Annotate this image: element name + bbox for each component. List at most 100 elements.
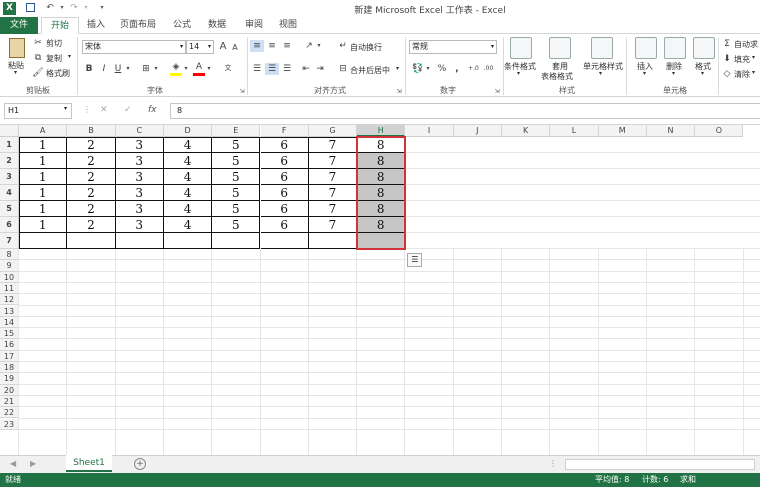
border-icon[interactable]: ⊞ (140, 63, 152, 75)
horizontal-scrollbar[interactable] (565, 459, 755, 470)
cell-b6[interactable]: 2 (67, 217, 116, 233)
undo-icon[interactable]: ↶ (44, 2, 56, 14)
cell-d4[interactable]: 4 (163, 185, 213, 201)
bold-button[interactable]: B (84, 63, 94, 75)
decrease-indent-icon[interactable]: ⇤ (300, 63, 312, 75)
fill-color-dropdown-icon[interactable]: ▾ (183, 63, 189, 75)
align-middle-icon[interactable]: ≡ (265, 40, 279, 52)
row-header-12[interactable]: 12 (0, 294, 19, 306)
column-header-d[interactable]: D (163, 125, 213, 137)
cell-e2[interactable]: 5 (212, 153, 261, 169)
cell-g1[interactable]: 7 (308, 137, 358, 153)
tab-data[interactable]: 数据 (203, 17, 231, 34)
column-header-a[interactable]: A (19, 125, 68, 137)
orientation-dropdown-icon[interactable]: ▾ (316, 40, 322, 52)
merge-center-dropdown-icon[interactable]: ▾ (396, 65, 399, 72)
row-header-6[interactable]: 6 (0, 217, 19, 233)
column-header-l[interactable]: L (550, 125, 599, 137)
phonetic-icon[interactable]: 文 (221, 62, 235, 74)
tab-review[interactable]: 审阅 (240, 17, 268, 34)
column-header-b[interactable]: B (67, 125, 116, 137)
column-header-f[interactable]: F (260, 125, 309, 137)
cell-f4[interactable]: 6 (260, 185, 309, 201)
column-header-i[interactable]: I (405, 125, 454, 137)
row-header-2[interactable]: 2 (0, 153, 19, 169)
cell-a6[interactable]: 1 (19, 217, 68, 233)
customize-toolbar-icon[interactable]: ▾ (96, 2, 108, 14)
cell-a5[interactable]: 1 (19, 201, 68, 217)
redo-icon[interactable]: ↷ (68, 2, 80, 14)
align-left-icon[interactable]: ☰ (250, 63, 264, 75)
cell-e4[interactable]: 5 (212, 185, 261, 201)
cell-styles-button[interactable]: 单元格样式 (583, 61, 623, 72)
cell-g6[interactable]: 7 (308, 217, 358, 233)
format-cells-dropdown-icon[interactable]: ▾ (701, 70, 704, 77)
column-header-n[interactable]: N (646, 125, 696, 137)
cell-g2[interactable]: 7 (308, 153, 358, 169)
wrap-text-button[interactable]: 自动换行 (350, 42, 382, 53)
accounting-format-icon[interactable]: 💱 (411, 63, 425, 75)
cell-e7[interactable] (212, 233, 261, 249)
cell-f7[interactable] (260, 233, 309, 249)
sheet-tab-sheet1[interactable]: Sheet1 (66, 455, 112, 472)
cell-d5[interactable]: 4 (163, 201, 213, 217)
align-bottom-icon[interactable]: ≡ (280, 40, 294, 52)
percent-button[interactable]: % (436, 63, 448, 75)
increase-decimal-icon[interactable]: +.0 (467, 63, 480, 75)
fill-button[interactable]: 填充 (734, 54, 750, 65)
row-header-21[interactable]: 21 (0, 395, 19, 408)
row-header-9[interactable]: 9 (0, 260, 19, 272)
cell-c6[interactable]: 3 (115, 217, 164, 233)
select-all-corner[interactable] (0, 125, 19, 137)
accounting-dropdown-icon[interactable]: ▾ (425, 63, 431, 75)
decrease-decimal-icon[interactable]: .00 (482, 63, 495, 75)
row-header-1[interactable]: 1 (0, 137, 19, 153)
cell-d6[interactable]: 4 (163, 217, 213, 233)
add-sheet-button[interactable]: + (134, 458, 146, 470)
copy-button[interactable]: 复制 (46, 53, 62, 64)
align-right-icon[interactable]: ☰ (280, 63, 294, 75)
formula-input[interactable]: 8 (170, 103, 760, 119)
row-header-5[interactable]: 5 (0, 201, 19, 217)
italic-button[interactable]: I (99, 63, 109, 75)
worksheet-grid[interactable]: ABCDEFGHIJKLMNO 1 2 3 4 5 6 7 8 9 10 11 12 13 14 15 16 1… (0, 125, 760, 455)
confirm-entry-button[interactable]: ✓ (124, 105, 132, 115)
row-header-3[interactable]: 3 (0, 169, 19, 185)
paste-button[interactable]: 粘贴 ▾ (5, 36, 29, 76)
delete-cells-dropdown-icon[interactable]: ▾ (672, 70, 675, 77)
row-header-14[interactable]: 14 (0, 316, 19, 329)
tab-file[interactable]: 文件 (0, 17, 38, 34)
fill-color-icon[interactable]: ◈ (170, 61, 182, 76)
tab-insert[interactable]: 插入 (82, 17, 110, 34)
increase-indent-icon[interactable]: ⇥ (314, 63, 326, 75)
cell-b4[interactable]: 2 (67, 185, 116, 201)
row-header-19[interactable]: 19 (0, 373, 19, 385)
orientation-icon[interactable]: ↗ (302, 40, 316, 52)
cell-e5[interactable]: 5 (212, 201, 261, 217)
row-header-7[interactable]: 7 (0, 233, 19, 249)
redo-dropdown-icon[interactable]: ▾ (80, 2, 92, 14)
tab-split-handle-icon[interactable]: ⋮ (549, 459, 557, 468)
align-center-icon[interactable]: ☰ (265, 63, 279, 75)
column-header-e[interactable]: E (212, 125, 261, 137)
cell-a3[interactable]: 1 (19, 169, 68, 185)
cell-c7[interactable] (115, 233, 164, 249)
cell-b2[interactable]: 2 (67, 153, 116, 169)
column-header-o[interactable]: O (695, 125, 744, 137)
cell-b7[interactable] (67, 233, 116, 249)
cell-g5[interactable]: 7 (308, 201, 358, 217)
font-color-dropdown-icon[interactable]: ▾ (206, 63, 212, 75)
cell-c4[interactable]: 3 (115, 185, 164, 201)
cut-button[interactable]: 剪切 (46, 38, 62, 49)
name-box[interactable]: H1 (4, 103, 72, 119)
font-color-button[interactable]: A (193, 61, 205, 76)
underline-button[interactable]: U (113, 63, 123, 75)
cell-e1[interactable]: 5 (212, 137, 261, 153)
row-header-23[interactable]: 23 (0, 418, 19, 430)
underline-dropdown-icon[interactable]: ▾ (125, 63, 131, 75)
row-header-20[interactable]: 20 (0, 384, 19, 396)
tab-page-layout[interactable]: 页面布局 (116, 17, 160, 34)
cell-g7[interactable] (308, 233, 358, 249)
quick-analysis-button[interactable]: ☰ (407, 253, 423, 267)
cell-g4[interactable]: 7 (308, 185, 358, 201)
